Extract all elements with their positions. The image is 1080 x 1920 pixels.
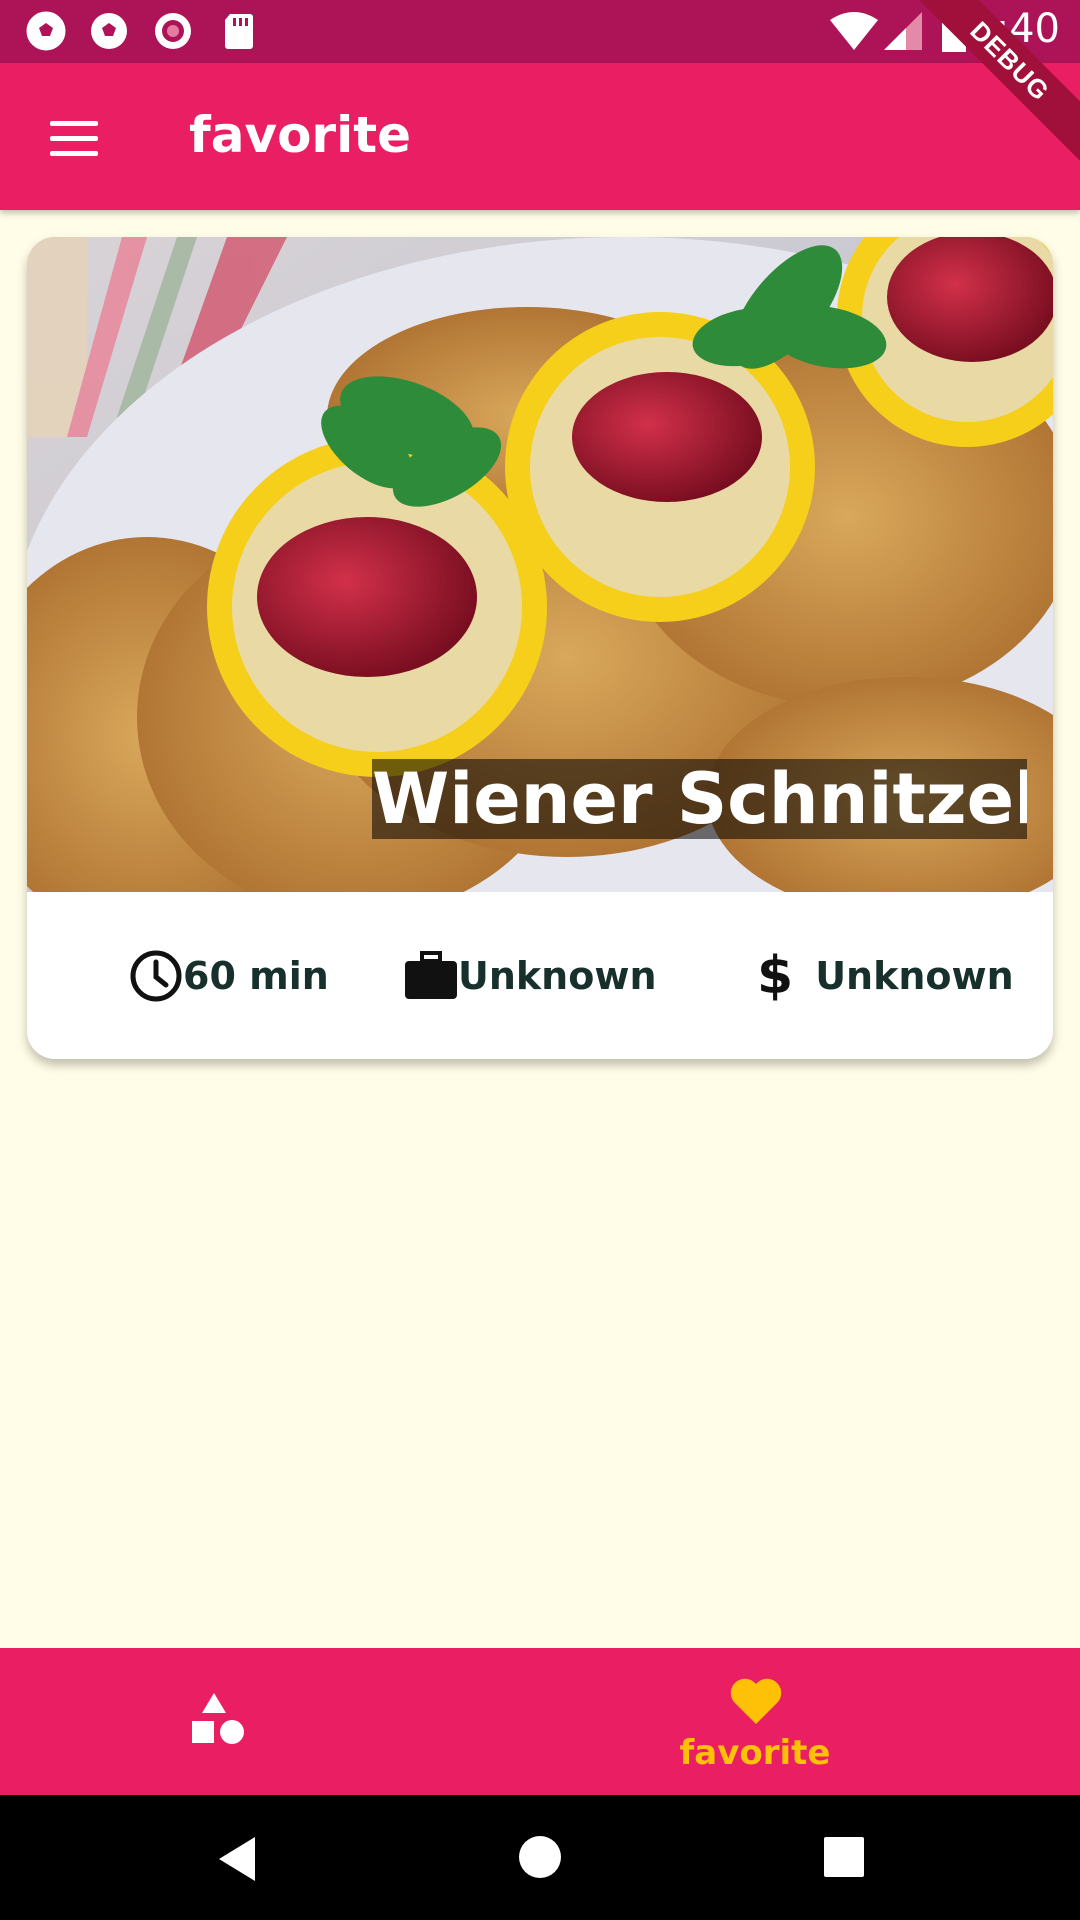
heart-icon xyxy=(730,1678,782,1724)
tab-favorite[interactable]: favorite xyxy=(580,1648,930,1795)
cell-signal-icon xyxy=(884,12,922,50)
menu-button[interactable] xyxy=(40,113,108,161)
briefcase-icon xyxy=(405,950,457,999)
complexity-info: Unknown xyxy=(404,892,657,1059)
back-icon[interactable] xyxy=(215,1835,259,1883)
record-icon xyxy=(155,13,191,49)
tab-favorite-label: favorite xyxy=(679,1733,831,1773)
system-nav-bar xyxy=(0,1795,1080,1920)
bottom-nav: favorite xyxy=(0,1648,1080,1795)
soccer-ball-icon xyxy=(91,13,127,49)
home-icon[interactable] xyxy=(518,1835,562,1879)
duration-label: 60 min xyxy=(183,953,329,998)
clock-icon xyxy=(130,950,182,1001)
wifi-icon xyxy=(830,12,878,50)
duration-info: 60 min xyxy=(129,892,329,1059)
affordability-label: Unknown xyxy=(815,953,1014,998)
page-title: favorite xyxy=(189,106,412,164)
meal-info-row: 60 min Unknown $ Unknown xyxy=(27,892,1053,1059)
app-bar: favorite xyxy=(0,63,1080,210)
complexity-label: Unknown xyxy=(458,953,657,998)
meal-title: Wiener Schnitzel xyxy=(372,759,1027,839)
category-icon xyxy=(192,1693,244,1744)
menu-icon xyxy=(40,121,108,156)
sd-card-icon xyxy=(225,14,253,49)
status-bar: 2:40 xyxy=(0,0,1080,63)
affordability-info: $ Unknown xyxy=(757,892,1014,1059)
soccer-ball-icon xyxy=(26,11,66,51)
dollar-icon: $ xyxy=(757,945,794,1006)
recents-icon[interactable] xyxy=(824,1837,864,1877)
tab-categories[interactable] xyxy=(0,1648,432,1795)
meal-card[interactable]: Wiener Schnitzel 60 min Unknown $ Unknow… xyxy=(27,237,1053,1059)
